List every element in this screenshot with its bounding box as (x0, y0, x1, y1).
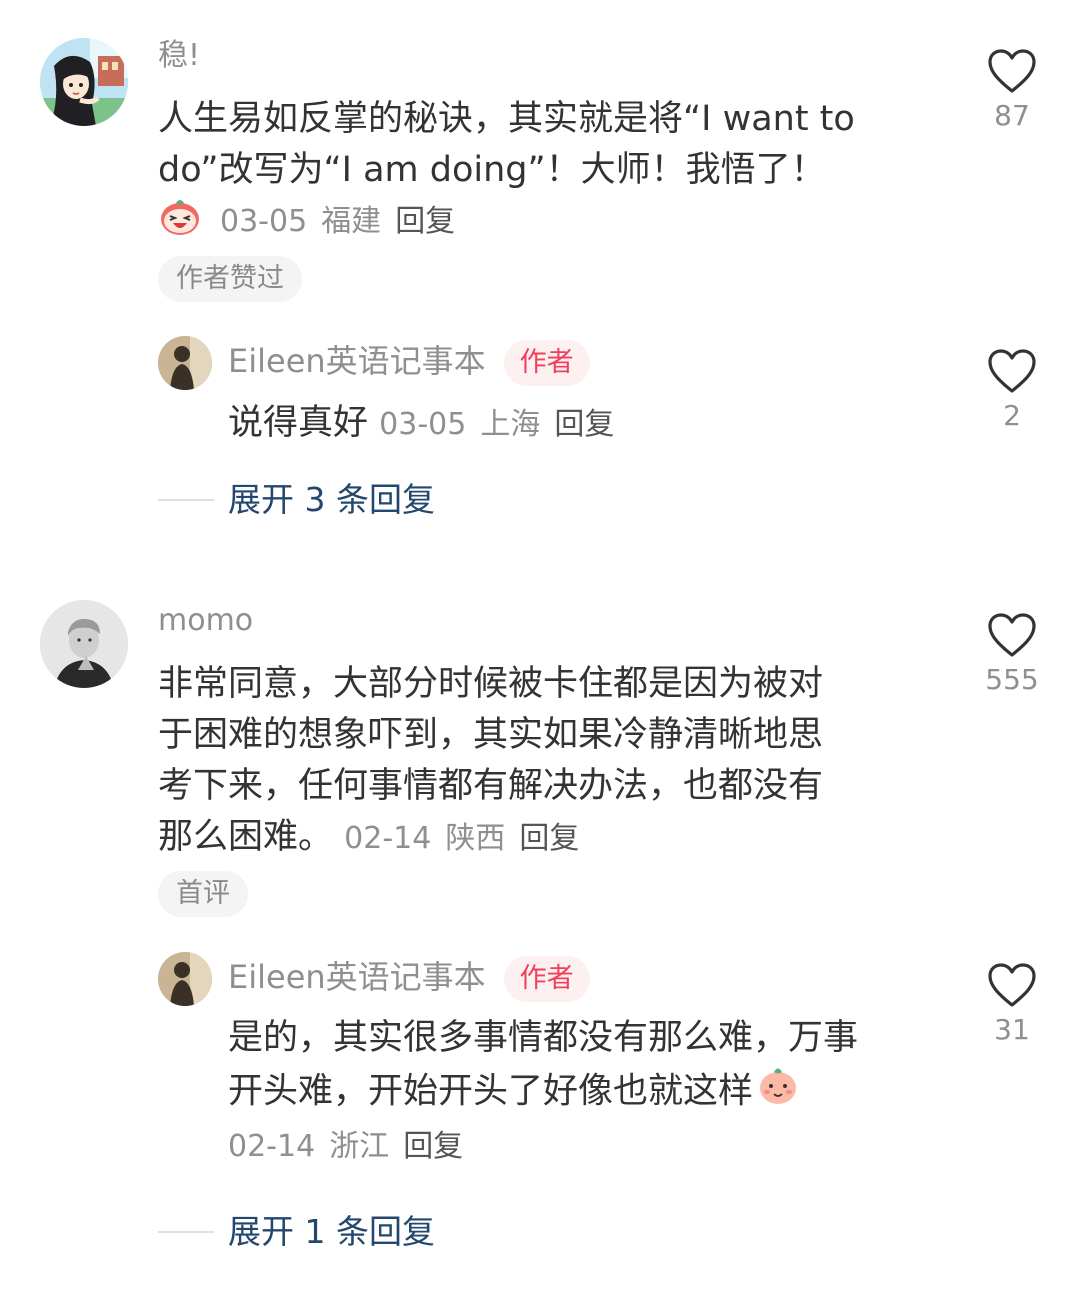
avatar-author-reply-1[interactable] (158, 336, 212, 390)
heart-icon (988, 613, 1036, 657)
expand-replies-label-2: 展开 1 条回复 (228, 1212, 435, 1251)
author-silhouette-avatar-icon (158, 952, 212, 1006)
comment-2-first-comment-tag: 首评 (158, 871, 248, 917)
divider-line (158, 1231, 214, 1233)
author-reply-2-like-button[interactable]: 31 (972, 962, 1052, 1048)
author-reply-1-text: 说得真好 (228, 403, 369, 443)
heart-icon (988, 349, 1036, 393)
divider-line (158, 499, 214, 501)
author-reply-1-line: 说得真好 03-05 上海 回复 (228, 398, 614, 450)
comment-2-text-line-4: 那么困难。 02-14 陕西 回复 (158, 812, 579, 864)
author-reply-2-like-count: 31 (994, 1013, 1030, 1046)
avatar-comment-2[interactable] (40, 600, 128, 688)
expand-replies-button-2[interactable]: 展开 1 条回复 (158, 1210, 435, 1254)
avatar-comment-1[interactable] (40, 38, 128, 126)
author-reply-2-meta: 02-14 浙江 回复 (228, 1127, 463, 1167)
author-reply-2-text-line-2: 开头难，开始开头了好像也就这样 (228, 1064, 799, 1121)
comment-2-text-line-3: 考下来，任何事情都有解决办法，也都没有 (158, 766, 824, 806)
expand-replies-button-1[interactable]: 展开 3 条回复 (158, 478, 435, 522)
heart-icon (988, 49, 1036, 93)
comment-2-username[interactable]: momo (158, 601, 253, 641)
author-badge: 作者 (503, 340, 590, 386)
shy-peach-emoji-icon (757, 1064, 799, 1121)
comment-1-reply-button[interactable]: 回复 (395, 202, 455, 242)
author-reply-2-reply-button[interactable]: 回复 (403, 1127, 463, 1167)
author-reply-1-username[interactable]: Eileen英语记事本 (228, 342, 486, 380)
author-reply-1-reply-button[interactable]: 回复 (554, 407, 614, 442)
author-reply-1-region: 上海 (480, 407, 541, 442)
comment-1-author-liked-tag: 作者赞过 (158, 256, 302, 302)
comment-1-region: 福建 (321, 204, 382, 239)
comment-1-text-line-1: 人生易如反掌的秘诀，其实就是将“I want to (158, 99, 855, 139)
comment-2-region: 陕西 (445, 821, 506, 856)
comment-1-like-count: 87 (994, 99, 1030, 132)
comment-2-text-end: 那么困难。 (158, 817, 334, 857)
comment-2-reply-button[interactable]: 回复 (519, 821, 579, 856)
author-reply-2-region: 浙江 (329, 1129, 390, 1164)
author-reply-2-header: Eileen英语记事本 作者 (228, 954, 590, 1002)
author-reply-2-text-line-1: 是的，其实很多事情都没有那么难，万事 (228, 1018, 859, 1058)
heart-icon (988, 963, 1036, 1007)
comment-2-like-count: 555 (985, 663, 1039, 696)
author-reply-1-header: Eileen英语记事本 作者 (228, 338, 590, 386)
anime-girl-avatar-icon (40, 38, 128, 126)
comment-1-text-line-2: do”改写为“I am doing”！大师！我悟了！ (158, 150, 826, 190)
comment-2-like-button[interactable]: 555 (972, 612, 1052, 698)
author-reply-1-like-button[interactable]: 2 (972, 348, 1052, 434)
author-reply-1-like-count: 2 (1003, 399, 1021, 432)
comment-1-like-button[interactable]: 87 (972, 48, 1052, 134)
author-reply-2-text-end: 开头难，开始开头了好像也就这样 (228, 1071, 754, 1112)
comment-2-text-line-1: 非常同意，大部分时候被卡住都是因为被对 (158, 664, 824, 704)
man-portrait-avatar-icon (40, 600, 128, 688)
comment-1-meta: 03-05 福建 回复 (158, 199, 455, 242)
comment-1-date: 03-05 (220, 204, 308, 239)
laughing-peach-emoji-icon (158, 197, 202, 248)
comment-2-date: 02-14 (344, 821, 432, 856)
author-reply-1-date: 03-05 (379, 407, 467, 442)
comment-2-text-line-2: 于困难的想象吓到，其实如果冷静清晰地思 (158, 715, 824, 755)
comment-1-username[interactable]: 稳! (158, 36, 200, 76)
author-reply-2-username[interactable]: Eileen英语记事本 (228, 958, 486, 996)
expand-replies-label-1: 展开 3 条回复 (228, 480, 435, 519)
avatar-author-reply-2[interactable] (158, 952, 212, 1006)
author-silhouette-avatar-icon (158, 336, 212, 390)
author-badge: 作者 (503, 956, 590, 1002)
author-reply-2-date: 02-14 (228, 1129, 316, 1164)
